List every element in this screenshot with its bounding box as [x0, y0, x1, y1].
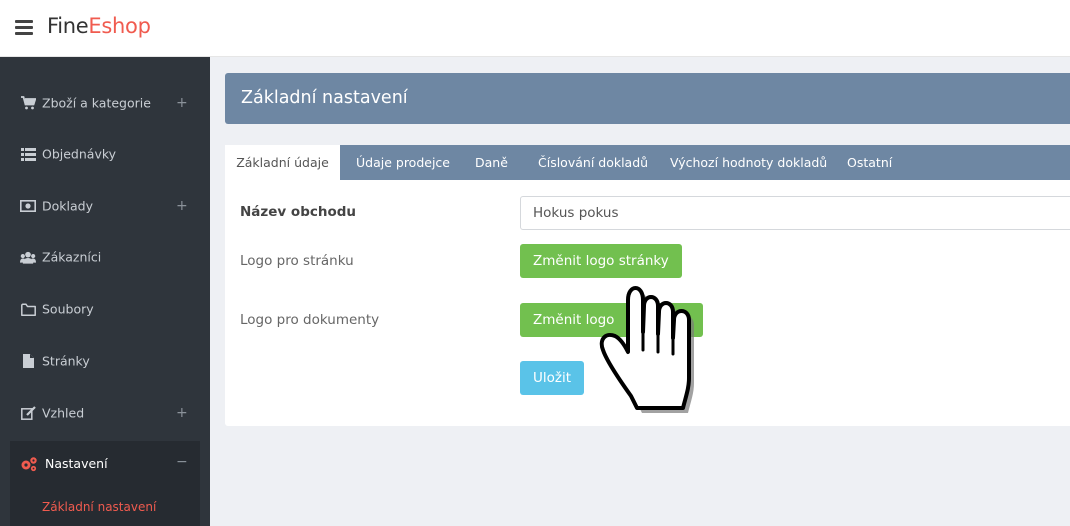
sidebar-item-label: Soubory	[42, 301, 94, 317]
sidebar: Zboží a kategorie + Objednávky Doklady +…	[0, 57, 210, 526]
document-logo-label: Logo pro dokumenty	[240, 312, 380, 328]
edit-icon	[20, 405, 36, 421]
shopping-cart-icon	[20, 95, 36, 111]
expand-plus-icon[interactable]: +	[176, 198, 188, 214]
tab-seller-info[interactable]: Údaje prodejce	[356, 145, 450, 180]
tab-bar: Základní údaje Údaje prodejce Daně Číslo…	[225, 145, 1070, 180]
cogs-icon	[20, 456, 38, 472]
expand-plus-icon[interactable]: +	[176, 95, 188, 111]
page-title: Základní nastavení	[241, 88, 408, 108]
tab-other[interactable]: Ostatní	[847, 145, 892, 180]
list-icon	[20, 146, 36, 162]
brand-logo[interactable]: FineEshop	[47, 14, 151, 38]
collapse-minus-icon[interactable]: −	[176, 454, 188, 470]
tab-document-defaults[interactable]: Výchozí hodnoty dokladů	[670, 145, 827, 180]
sidebar-item-products[interactable]: Zboží a kategorie +	[0, 78, 210, 128]
sidebar-item-settings-header[interactable]: Nastavení −	[10, 441, 200, 487]
file-icon	[20, 353, 36, 369]
tab-taxes[interactable]: Daně	[475, 145, 508, 180]
sidebar-item-pages[interactable]: Stránky	[0, 336, 210, 386]
tab-basic-info[interactable]: Základní údaje	[225, 145, 340, 180]
brand-name-part1: Fine	[47, 14, 89, 38]
sidebar-item-label: Doklady	[42, 198, 93, 214]
top-bar: FineEshop	[0, 0, 1070, 57]
save-button[interactable]: Uložit	[520, 361, 585, 395]
sidebar-item-settings: Nastavení − Základní nastavení	[10, 441, 200, 526]
sidebar-item-label: Nastavení	[45, 456, 108, 471]
sidebar-item-label: Objednávky	[42, 146, 117, 162]
sidebar-item-files[interactable]: Soubory	[0, 284, 210, 334]
shop-name-input[interactable]	[520, 196, 1070, 230]
users-icon	[20, 249, 36, 265]
sidebar-item-documents[interactable]: Doklady +	[0, 181, 210, 231]
sidebar-item-label: Stránky	[42, 353, 90, 369]
sidebar-item-customers[interactable]: Zákazníci	[0, 232, 210, 282]
money-bill-icon	[20, 198, 36, 214]
page-header: Základní nastavení	[225, 73, 1070, 124]
hamburger-menu-icon[interactable]	[15, 20, 33, 35]
expand-plus-icon[interactable]: +	[176, 405, 188, 421]
shop-name-label: Název obchodu	[240, 204, 357, 220]
sidebar-item-orders[interactable]: Objednávky	[0, 129, 210, 179]
page-logo-label: Logo pro stránku	[240, 253, 354, 269]
tab-document-numbering[interactable]: Číslování dokladů	[538, 145, 648, 180]
sidebar-item-label: Vzhled	[42, 405, 85, 421]
brand-name-part2: Eshop	[88, 14, 151, 38]
sidebar-subitem-basic-settings[interactable]: Základní nastavení	[42, 500, 156, 514]
sidebar-item-appearance[interactable]: Vzhled +	[0, 388, 210, 438]
sidebar-item-label: Zákazníci	[42, 249, 102, 265]
folder-icon	[20, 301, 36, 317]
hand-cursor-icon	[599, 286, 694, 413]
sidebar-item-label: Zboží a kategorie	[42, 95, 151, 111]
